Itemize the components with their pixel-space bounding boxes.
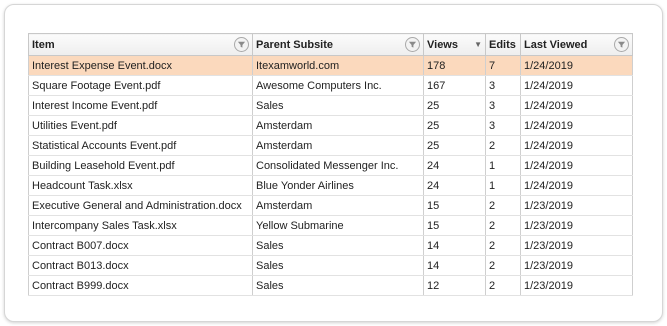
edits-cell: 3: [485, 95, 521, 116]
column-header-label: Views: [427, 38, 458, 51]
item-cell: Contract B007.docx: [28, 235, 253, 256]
column-header-item[interactable]: Item: [28, 33, 253, 56]
header-row: Item Parent Subsite Views ▼ Edits Last V…: [28, 33, 633, 56]
table-row[interactable]: Contract B013.docx Sales 14 2 1/23/2019: [28, 255, 633, 276]
table-row[interactable]: Executive General and Administration.doc…: [28, 195, 633, 216]
parent-subsite-cell: Sales: [252, 255, 424, 276]
views-cell: 25: [423, 135, 486, 156]
item-cell: Headcount Task.xlsx: [28, 175, 253, 196]
views-cell: 14: [423, 255, 486, 276]
edits-cell: 2: [485, 195, 521, 216]
table-row[interactable]: Intercompany Sales Task.xlsx Yellow Subma…: [28, 215, 633, 236]
views-cell: 167: [423, 75, 486, 96]
table-row[interactable]: Square Footage Event.pdf Awesome Computer…: [28, 75, 633, 96]
column-header-label: Last Viewed: [524, 38, 588, 51]
edits-cell: 7: [485, 55, 521, 76]
views-cell: 24: [423, 175, 486, 196]
parent-subsite-cell: Sales: [252, 235, 424, 256]
column-header-label: Edits: [489, 38, 516, 51]
item-cell: Interest Expense Event.docx: [28, 55, 253, 76]
last-viewed-cell: 1/23/2019: [520, 255, 633, 276]
parent-subsite-cell: Blue Yonder Airlines: [252, 175, 424, 196]
table-row[interactable]: Utilities Event.pdf Amsterdam 25 3 1/24/2019: [28, 115, 633, 136]
sort-descending-icon: ▼: [474, 40, 482, 49]
item-cell: Building Leasehold Event.pdf: [28, 155, 253, 176]
column-header-edits[interactable]: Edits: [485, 33, 521, 56]
column-header-parent-subsite[interactable]: Parent Subsite: [252, 33, 424, 56]
table-row[interactable]: Contract B007.docx Sales 14 2 1/23/2019: [28, 235, 633, 256]
item-cell: Square Footage Event.pdf: [28, 75, 253, 96]
item-cell: Contract B013.docx: [28, 255, 253, 276]
parent-subsite-cell: Amsterdam: [252, 195, 424, 216]
table-row[interactable]: Headcount Task.xlsx Blue Yonder Airlines 2…: [28, 175, 633, 196]
last-viewed-cell: 1/24/2019: [520, 75, 633, 96]
views-cell: 25: [423, 115, 486, 136]
column-header-views[interactable]: Views ▼: [423, 33, 486, 56]
item-cell: Contract B999.docx: [28, 275, 253, 296]
table-body: Interest Expense Event.docx Itexamworld.c…: [28, 55, 633, 296]
edits-cell: 2: [485, 215, 521, 236]
last-viewed-cell: 1/24/2019: [520, 175, 633, 196]
item-cell: Intercompany Sales Task.xlsx: [28, 215, 253, 236]
table-row[interactable]: Statistical Accounts Event.pdf Amsterdam 2…: [28, 135, 633, 156]
parent-subsite-cell: Consolidated Messenger Inc.: [252, 155, 424, 176]
item-cell: Utilities Event.pdf: [28, 115, 253, 136]
parent-subsite-cell: Awesome Computers Inc.: [252, 75, 424, 96]
parent-subsite-cell: Sales: [252, 275, 424, 296]
last-viewed-cell: 1/23/2019: [520, 235, 633, 256]
parent-subsite-cell: Itexamworld.com: [252, 55, 424, 76]
views-cell: 14: [423, 235, 486, 256]
edits-cell: 1: [485, 155, 521, 176]
edits-cell: 3: [485, 115, 521, 136]
parent-subsite-cell: Amsterdam: [252, 115, 424, 136]
views-cell: 12: [423, 275, 486, 296]
parent-subsite-cell: Sales: [252, 95, 424, 116]
table-row[interactable]: Contract B999.docx Sales 12 2 1/23/2019: [28, 275, 633, 296]
edits-cell: 2: [485, 275, 521, 296]
views-cell: 25: [423, 95, 486, 116]
last-viewed-cell: 1/24/2019: [520, 115, 633, 136]
table-row[interactable]: Interest Expense Event.docx Itexamworld.c…: [28, 55, 633, 76]
column-header-label: Item: [32, 38, 55, 51]
column-header-last-viewed[interactable]: Last Viewed: [520, 33, 633, 56]
views-cell: 15: [423, 215, 486, 236]
views-cell: 24: [423, 155, 486, 176]
edits-cell: 3: [485, 75, 521, 96]
last-viewed-cell: 1/23/2019: [520, 215, 633, 236]
parent-subsite-cell: Yellow Submarine: [252, 215, 424, 236]
filter-icon[interactable]: [234, 37, 249, 52]
filter-icon[interactable]: [405, 37, 420, 52]
edits-cell: 2: [485, 135, 521, 156]
item-cell: Statistical Accounts Event.pdf: [28, 135, 253, 156]
table-row[interactable]: Building Leasehold Event.pdf Consolidated…: [28, 155, 633, 176]
filter-icon[interactable]: [614, 37, 629, 52]
last-viewed-cell: 1/24/2019: [520, 95, 633, 116]
table-row[interactable]: Interest Income Event.pdf Sales 25 3 1/24/20…: [28, 95, 633, 116]
last-viewed-cell: 1/23/2019: [520, 275, 633, 296]
views-cell: 15: [423, 195, 486, 216]
views-cell: 178: [423, 55, 486, 76]
item-cell: Interest Income Event.pdf: [28, 95, 253, 116]
item-cell: Executive General and Administration.doc…: [28, 195, 253, 216]
popular-items-table: Item Parent Subsite Views ▼ Edits Last V…: [28, 33, 633, 296]
parent-subsite-cell: Amsterdam: [252, 135, 424, 156]
last-viewed-cell: 1/24/2019: [520, 135, 633, 156]
last-viewed-cell: 1/23/2019: [520, 195, 633, 216]
edits-cell: 2: [485, 235, 521, 256]
last-viewed-cell: 1/24/2019: [520, 55, 633, 76]
last-viewed-cell: 1/24/2019: [520, 155, 633, 176]
edits-cell: 2: [485, 255, 521, 276]
column-header-label: Parent Subsite: [256, 38, 334, 51]
edits-cell: 1: [485, 175, 521, 196]
